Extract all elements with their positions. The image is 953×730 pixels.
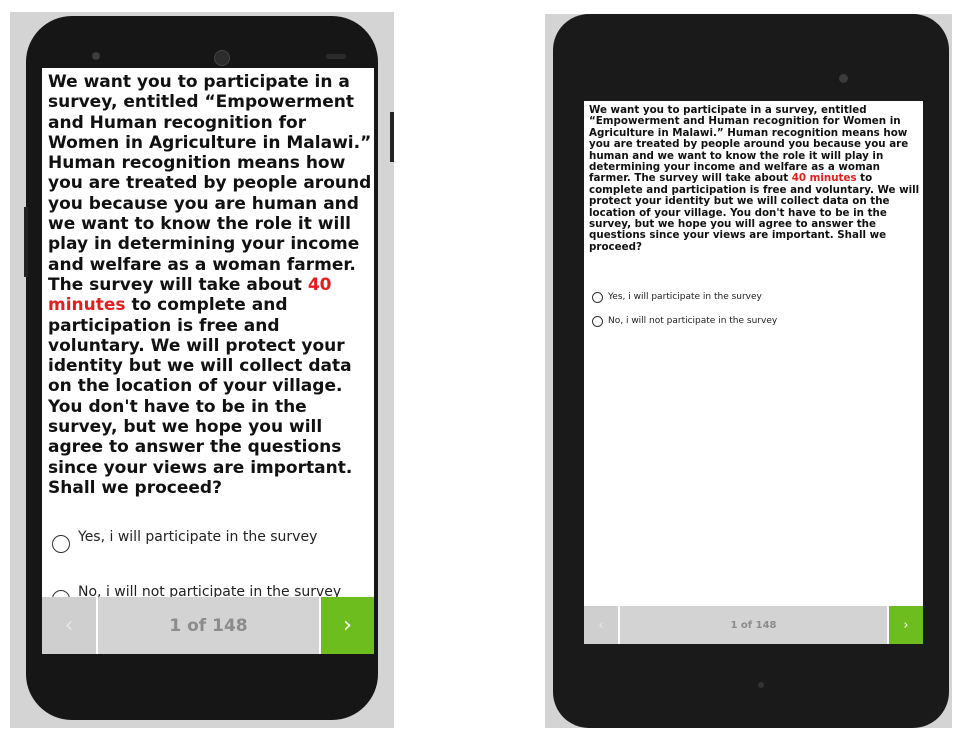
chevron-right-icon: › xyxy=(903,617,909,633)
option-no-label: No, i will not participate in the survey xyxy=(608,316,778,326)
question-text-before: We want you to participate in a survey, … xyxy=(48,72,372,295)
phone-volume-button xyxy=(24,207,28,277)
radio-unchecked-icon[interactable] xyxy=(592,292,603,303)
page-indicator: 1 of 148 xyxy=(98,597,319,654)
tablet-bottom-dot xyxy=(758,682,764,688)
tablet-survey-screen: We want you to participate in a survey, … xyxy=(584,101,923,644)
navigation-bar: ‹ 1 of 148 › xyxy=(42,597,374,654)
option-no[interactable]: No, i will not participate in the survey xyxy=(592,316,912,327)
phone-camera-icon xyxy=(214,50,230,66)
radio-unchecked-icon[interactable] xyxy=(52,535,70,553)
page-indicator: 1 of 148 xyxy=(620,606,887,644)
option-yes-label: Yes, i will participate in the survey xyxy=(608,292,762,302)
option-yes[interactable]: Yes, i will participate in the survey xyxy=(592,292,912,303)
question-duration-highlight: 40 minutes xyxy=(791,172,857,185)
question-text-after: to complete and participation is free an… xyxy=(48,295,353,498)
chevron-right-icon: › xyxy=(343,613,352,638)
question-text-after: to complete and participation is free an… xyxy=(589,172,920,253)
tablet-camera-icon xyxy=(839,74,848,83)
next-button[interactable]: › xyxy=(887,606,923,644)
previous-button[interactable]: ‹ xyxy=(584,606,620,644)
navigation-bar: ‹ 1 of 148 › xyxy=(584,606,923,644)
phone-power-button xyxy=(390,112,394,162)
phone-survey-screen: We want you to participate in a survey, … xyxy=(42,68,374,654)
phone-speaker xyxy=(92,52,100,60)
option-yes[interactable]: Yes, i will participate in the survey xyxy=(52,529,352,553)
survey-question: We want you to participate in a survey, … xyxy=(589,104,921,253)
option-yes-label: Yes, i will participate in the survey xyxy=(78,529,318,545)
next-button[interactable]: › xyxy=(319,597,374,654)
chevron-left-icon: ‹ xyxy=(64,613,74,638)
chevron-left-icon: ‹ xyxy=(598,617,604,633)
previous-button[interactable]: ‹ xyxy=(42,597,98,654)
survey-question: We want you to participate in a survey, … xyxy=(48,72,372,498)
radio-unchecked-icon[interactable] xyxy=(592,316,603,327)
phone-sensor xyxy=(326,54,346,59)
